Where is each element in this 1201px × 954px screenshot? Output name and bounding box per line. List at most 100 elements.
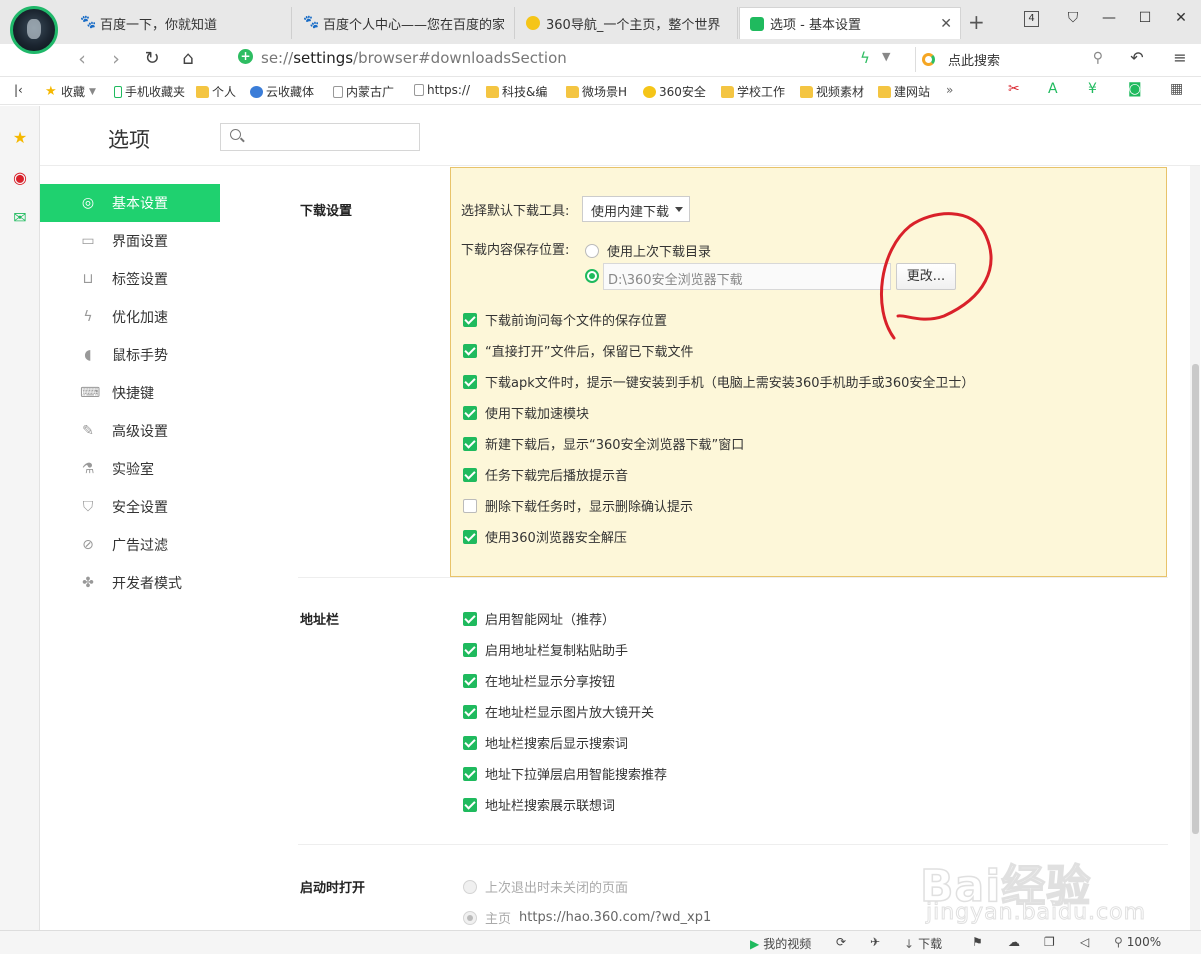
nav-item-developer[interactable]: ✤ 开发者模式 [40, 564, 220, 602]
bookmark-item[interactable]: 微场景H [566, 83, 627, 100]
translate-icon[interactable]: A [1048, 81, 1058, 97]
search-input[interactable]: 点此搜索 [948, 50, 1000, 69]
favorites-star-icon[interactable]: ★ [10, 128, 30, 148]
download-tool-select[interactable]: 使用内建下载 [582, 196, 690, 222]
speedup-icon[interactable]: ⟳ [836, 935, 846, 949]
bookmark-item[interactable]: 建网站 [878, 83, 930, 100]
checkbox[interactable] [463, 642, 477, 657]
nav-item-security[interactable]: ⛉ 安全设置 [40, 488, 220, 526]
download-button[interactable]: ↓ 下载 [904, 935, 942, 952]
search-box[interactable]: 点此搜索 ⚲ [915, 47, 1111, 72]
checkbox[interactable] [463, 374, 477, 389]
download-option[interactable]: “直接打开”文件后，保留已下载文件 [463, 341, 693, 360]
more-bookmarks-icon[interactable]: » [946, 83, 953, 97]
apps-grid-icon[interactable]: ▦ [1170, 81, 1183, 97]
refresh-icon[interactable]: ↻ [140, 48, 164, 69]
startup-option-restore[interactable]: 上次退出时未关闭的页面 [463, 877, 628, 896]
checkbox[interactable] [463, 766, 477, 781]
nav-item-shortcuts[interactable]: ⌨ 快捷键 [40, 374, 220, 412]
cloud-icon[interactable]: ☁ [1008, 935, 1020, 949]
settings-search-input[interactable] [220, 123, 420, 151]
download-option[interactable]: 使用360浏览器安全解压 [463, 527, 627, 546]
forward-icon[interactable]: › [104, 48, 128, 70]
download-option[interactable]: 删除下载任务时，显示删除确认提示 [463, 496, 693, 515]
checkbox[interactable] [463, 405, 477, 420]
download-option[interactable]: 使用下载加速模块 [463, 403, 589, 422]
nav-item-speedup[interactable]: ϟ 优化加速 [40, 298, 220, 336]
search-engine-icon[interactable] [922, 53, 935, 66]
close-window-button[interactable]: ✕ [1169, 10, 1193, 26]
checkbox[interactable] [463, 673, 477, 688]
tab-360-nav[interactable]: 360导航_一个主页，整个世界 [516, 7, 738, 39]
addressbar-option[interactable]: 在地址栏显示分享按钮 [463, 671, 615, 690]
checkbox[interactable] [463, 611, 477, 626]
nav-item-interface[interactable]: ▭ 界面设置 [40, 222, 220, 260]
tab-count-badge[interactable]: 4 [1024, 11, 1039, 27]
scissors-icon[interactable]: ✂ [1008, 81, 1020, 97]
mail-icon[interactable]: ✉ [10, 208, 30, 228]
nav-item-lab[interactable]: ⚗ 实验室 [40, 450, 220, 488]
bookmark-item[interactable]: 360安全 [643, 83, 706, 100]
addressbar-option[interactable]: 地址栏搜索后显示搜索词 [463, 733, 628, 752]
addressbar-option[interactable]: 在地址栏显示图片放大镜开关 [463, 702, 654, 721]
window-icon[interactable]: ❐ [1044, 935, 1055, 949]
checkbox[interactable] [463, 735, 477, 750]
checkbox[interactable] [463, 467, 477, 482]
nav-item-basic[interactable]: ◎ 基本设置 [40, 184, 220, 222]
checkbox[interactable] [463, 704, 477, 719]
user-avatar[interactable] [10, 6, 58, 54]
bookmark-item[interactable]: 个人 [196, 83, 236, 100]
menu-icon[interactable]: ≡ [1168, 48, 1192, 67]
sidebar-toggle-icon[interactable]: |‹ [14, 83, 23, 97]
download-option[interactable]: 任务下载完后播放提示音 [463, 465, 628, 484]
download-option[interactable]: 新建下载后，显示“360安全浏览器下载”窗口 [463, 434, 744, 453]
nav-item-tabs[interactable]: ⊔ 标签设置 [40, 260, 220, 298]
close-tab-icon[interactable]: ✕ [940, 16, 952, 32]
minimize-button[interactable]: — [1097, 10, 1121, 26]
checkbox[interactable] [463, 529, 477, 544]
nav-item-adblock[interactable]: ⊘ 广告过滤 [40, 526, 220, 564]
new-tab-button[interactable]: + [968, 10, 985, 34]
download-option[interactable]: 下载apk文件时，提示一键安装到手机（电脑上需安装360手机助手或360安全卫士… [463, 372, 974, 391]
sound-icon[interactable]: ◁ [1080, 935, 1089, 949]
radio-button[interactable] [463, 879, 477, 894]
flag-icon[interactable]: ⚑ [972, 935, 983, 949]
checkbox[interactable] [463, 343, 477, 358]
addressbar-option[interactable]: 地址下拉弹层启用智能搜索推荐 [463, 764, 667, 783]
radio-button[interactable] [463, 910, 477, 925]
tab-baidu-center[interactable]: 🐾 百度个人中心——您在百度的家 [293, 7, 515, 39]
checkbox[interactable] [463, 797, 477, 812]
search-icon[interactable]: ⚲ [1093, 50, 1103, 66]
lightning-icon[interactable]: ϟ [860, 49, 870, 67]
undo-close-icon[interactable]: ↶ [1125, 48, 1149, 67]
checkbox[interactable] [463, 312, 477, 327]
radio-button[interactable] [585, 269, 599, 283]
bookmark-item[interactable]: 云收藏体 [250, 83, 314, 100]
download-path-input[interactable]: D:\360安全浏览器下载 [603, 263, 891, 290]
nav-item-advanced[interactable]: ✎ 高级设置 [40, 412, 220, 450]
checkbox[interactable] [463, 436, 477, 451]
back-icon[interactable]: ‹ [70, 48, 94, 70]
bookmark-item[interactable]: https:// [414, 83, 470, 97]
maximize-button[interactable]: ☐ [1133, 10, 1157, 26]
chevron-down-icon[interactable]: ▼ [882, 50, 890, 63]
skin-icon[interactable]: ⛉ [1061, 10, 1085, 26]
bookmark-item[interactable]: 视频素材 [800, 83, 864, 100]
bookmark-item[interactable]: 手机收藏夹 [114, 83, 185, 100]
weibo-icon[interactable]: ◉ [10, 168, 30, 188]
url-field[interactable]: se://settings/browser#downloadsSection [261, 49, 567, 67]
bookmark-item[interactable]: 科技&编 [486, 83, 547, 100]
addressbar-option[interactable]: 地址栏搜索展示联想词 [463, 795, 615, 814]
content-scrollbar[interactable] [1190, 166, 1200, 930]
radio-last-directory[interactable]: 使用上次下载目录 [585, 241, 711, 260]
radio-button[interactable] [585, 243, 599, 258]
my-video-button[interactable]: ▶ 我的视频 [750, 935, 811, 952]
addressbar-option[interactable]: 启用智能网址（推荐） [463, 609, 615, 628]
tab-settings[interactable]: 选项 - 基本设置 ✕ [739, 7, 961, 39]
download-option[interactable]: 下载前询问每个文件的保存位置 [463, 310, 667, 329]
cleanup-icon[interactable]: ✈ [870, 935, 880, 949]
nav-item-mouse[interactable]: ◖ 鼠标手势 [40, 336, 220, 374]
yuan-icon[interactable]: ¥ [1088, 81, 1097, 97]
game-icon[interactable]: ◙ [1128, 81, 1142, 97]
bookmark-item[interactable]: 学校工作 [721, 83, 785, 100]
